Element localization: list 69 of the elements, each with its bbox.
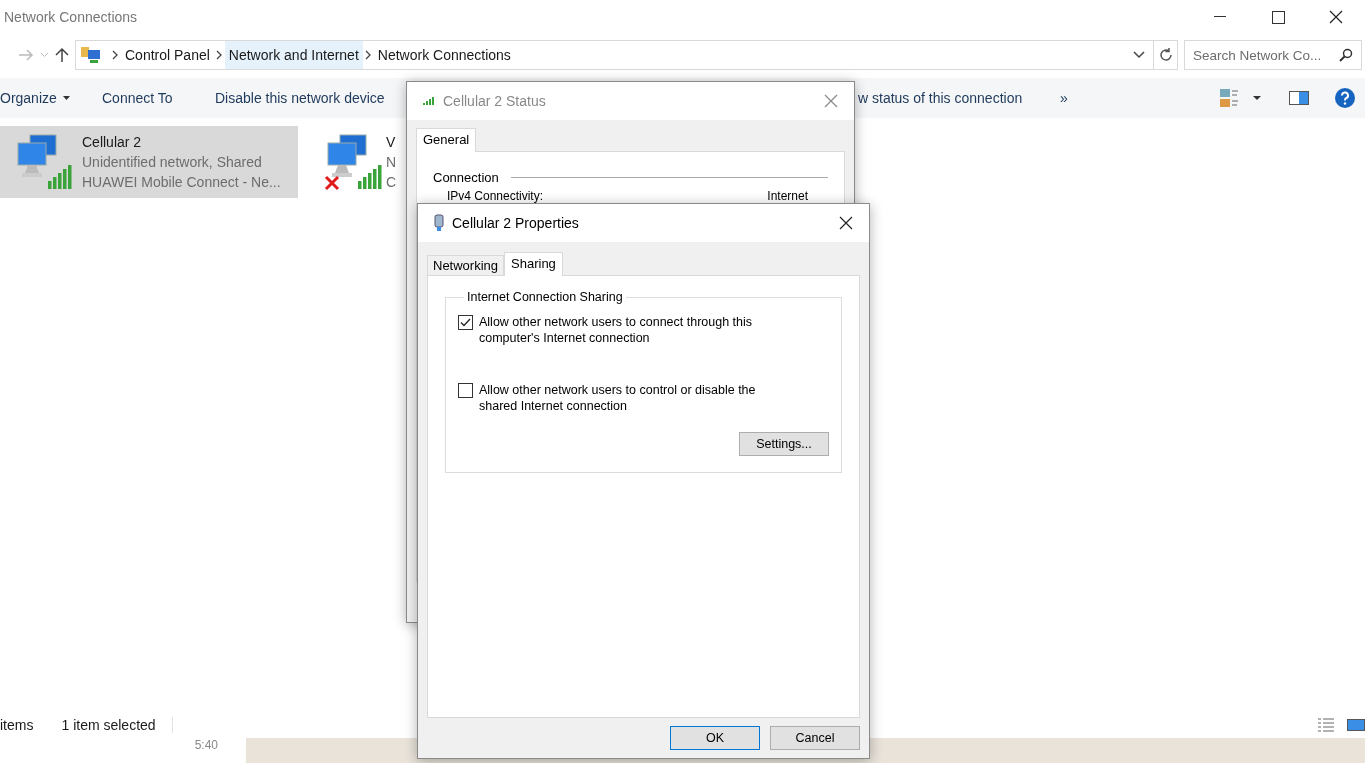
dialog-button[interactable]: Cancel xyxy=(770,726,860,750)
network-computers-icon xyxy=(14,133,74,191)
signal-icon xyxy=(423,97,435,105)
close-icon xyxy=(839,216,853,230)
checkmark-icon xyxy=(460,318,471,327)
close-icon xyxy=(824,94,838,108)
command-button[interactable]: » xyxy=(1060,90,1068,106)
maximize-icon xyxy=(1271,10,1285,24)
breadcrumb[interactable]: Network Connections xyxy=(373,41,515,69)
chevron-icon xyxy=(364,50,372,60)
large-icons-view-icon xyxy=(1347,717,1365,733)
checkbox[interactable] xyxy=(458,315,473,330)
connection-item[interactable]: V N C xyxy=(320,126,397,198)
window-title: Network Connections xyxy=(3,9,138,25)
field-value: Internet xyxy=(767,189,808,203)
status-item-count: items xyxy=(0,717,34,733)
command-button[interactable]: Connect To xyxy=(102,90,173,106)
status-selection: 1 item selected xyxy=(61,717,173,733)
connection-name: Cellular 2 xyxy=(82,134,143,150)
dialog-title: Cellular 2 Properties xyxy=(452,215,580,231)
refresh-icon xyxy=(1158,48,1173,62)
command-button[interactable]: Organize xyxy=(0,90,70,106)
dropdown-icon xyxy=(1133,51,1145,59)
pane-icon xyxy=(1289,91,1309,105)
chevron-icon xyxy=(112,50,119,60)
connection-item[interactable]: Cellular 2 Unidentified network, Shared HUAWEI Mobile Connect - Ne... xyxy=(0,126,298,198)
connection-status: N xyxy=(386,154,397,170)
option-label: Allow other network users to connect through this computer's Internet connection xyxy=(479,314,754,346)
tab[interactable]: Networking xyxy=(427,255,505,275)
dialog-title: Cellular 2 Status xyxy=(443,93,547,109)
option-label: Allow other network users to control or disable the shared Internet connection xyxy=(479,382,757,414)
view-list-icon xyxy=(1219,88,1239,108)
tab[interactable]: Sharing xyxy=(504,252,563,276)
caret-icon xyxy=(40,52,49,58)
connection-device: C xyxy=(386,174,397,190)
help-button[interactable] xyxy=(1335,88,1355,108)
connection-device: HUAWEI Mobile Connect - Ne... xyxy=(82,174,281,190)
tab[interactable]: General xyxy=(416,128,477,152)
network-disconnected-icon xyxy=(324,133,384,191)
view-options-button[interactable] xyxy=(1219,88,1261,108)
time-label: 5:40 xyxy=(0,738,246,763)
caret-icon xyxy=(62,96,70,100)
up-button[interactable] xyxy=(55,47,69,63)
close-icon xyxy=(1329,10,1343,24)
command-button[interactable]: Disable this network device xyxy=(215,90,385,106)
search-field[interactable]: Search Network Co... xyxy=(1184,40,1362,70)
field-label: IPv4 Connectivity: xyxy=(447,189,544,203)
arrow-right-icon xyxy=(18,49,34,61)
chevron-icon xyxy=(215,50,223,60)
details-view-icon xyxy=(1317,717,1335,733)
group-label: Internet Connection Sharing xyxy=(466,290,624,304)
settings-button[interactable]: Settings... xyxy=(739,432,829,456)
checkbox[interactable] xyxy=(458,383,473,398)
search-icon xyxy=(1339,48,1353,62)
arrow-up-icon xyxy=(55,47,69,63)
preview-pane-button[interactable] xyxy=(1289,91,1309,105)
control-panel-icon xyxy=(80,46,102,64)
connection-name: V xyxy=(386,134,397,150)
usb-modem-icon xyxy=(434,214,444,232)
command-button[interactable]: w status of this connection xyxy=(858,90,1023,106)
minimize-icon xyxy=(1214,16,1226,18)
connection-status: Unidentified network, Shared xyxy=(82,154,263,170)
breadcrumb[interactable]: Control Panel xyxy=(121,41,214,69)
dialog-button[interactable]: OK xyxy=(670,726,760,750)
caret-icon xyxy=(1253,96,1261,100)
help-icon xyxy=(1335,88,1355,108)
breadcrumb[interactable]: Network and Internet xyxy=(224,41,363,69)
section-label: Connection xyxy=(433,170,499,185)
address-bar[interactable]: Control Panel Network and Internet Network Connections xyxy=(75,40,1178,70)
